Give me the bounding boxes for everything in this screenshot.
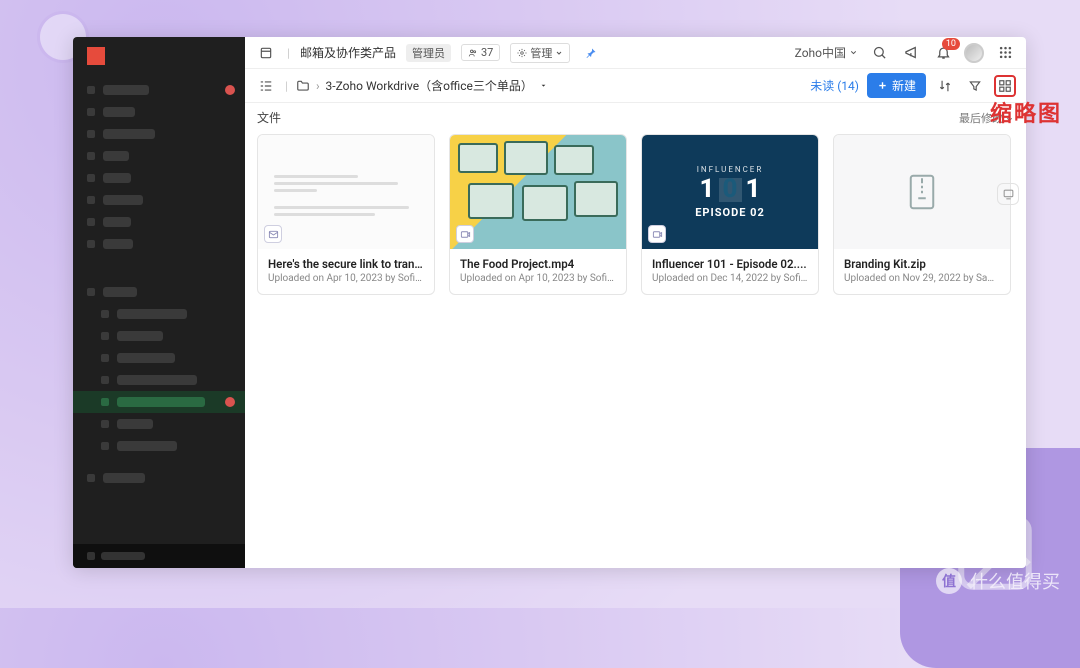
video-type-icon [456,225,474,243]
members-count[interactable]: 37 [461,44,500,61]
app-logo[interactable] [87,47,105,65]
notification-count: 10 [942,38,960,50]
plus-icon [877,80,888,91]
avatar[interactable] [964,43,984,63]
file-title: The Food Project.mp4 [460,257,616,271]
watermark-text: 什么值得买 [970,568,1060,594]
nav-item[interactable] [73,79,245,101]
home-icon[interactable] [255,42,277,64]
tree-toggle-icon[interactable] [255,75,277,97]
main-content: | 邮箱及协作类产品 管理员 37 管理 Zoho中国 [245,37,1026,568]
nav-item[interactable] [73,189,245,211]
annotation-label: 缩略图 [990,96,1062,128]
nav-item[interactable] [73,233,245,255]
new-button[interactable]: 新建 [867,73,926,98]
nav-item[interactable] [73,101,245,123]
nav-group [73,277,245,493]
file-title: Influencer 101 - Episode 02.... [652,257,808,271]
sidebar-footer[interactable] [73,544,245,568]
view-grid-toggle[interactable] [994,75,1016,97]
product-title: 邮箱及协作类产品 [300,44,396,61]
file-card[interactable]: The Food Project.mp4 Uploaded on Apr 10,… [449,134,627,295]
announce-icon[interactable] [900,42,922,64]
section-header: 文件 最后修改 [245,103,1026,128]
nav-item[interactable] [73,281,245,303]
file-title: Here's the secure link to tran... [268,257,424,271]
file-thumbnail: INFLUENCER 101 EPISODE 02 [642,135,818,249]
video-type-icon [648,225,666,243]
file-card[interactable]: Here's the secure link to tran... Upload… [257,134,435,295]
nav-group [73,75,245,259]
region-selector[interactable]: Zoho中国 [795,44,858,61]
pin-icon[interactable] [580,42,602,64]
unread-filter[interactable]: 未读 (14) [810,77,859,94]
file-subtitle: Uploaded on Apr 10, 2023 by Sofia Del... [268,273,424,284]
toolbar: | › 3-Zoho Workdrive（含office三个单品） 未读 (14… [245,69,1026,103]
file-meta: Branding Kit.zip Uploaded on Nov 29, 202… [834,249,1010,294]
breadcrumb[interactable]: › 3-Zoho Workdrive（含office三个单品） [296,77,548,94]
topbar: | 邮箱及协作类产品 管理员 37 管理 Zoho中国 [245,37,1026,69]
files-label: 文件 [257,109,281,126]
file-grid: Here's the secure link to tran... Upload… [245,128,1026,301]
search-icon[interactable] [868,42,890,64]
nav-subitem[interactable] [73,435,245,457]
zip-icon [907,173,937,211]
caret-down-icon [539,81,548,90]
file-thumbnail [834,135,1010,249]
role-badge: 管理员 [406,44,451,62]
file-title: Branding Kit.zip [844,257,1000,271]
rail-widget-icon[interactable] [997,183,1019,205]
nav-item[interactable] [73,467,245,489]
nav-subitem-active[interactable] [73,391,245,413]
chevron-right-icon: › [316,79,320,93]
file-subtitle: Uploaded on Nov 29, 2022 by Samuel ... [844,273,1000,284]
file-card[interactable]: Branding Kit.zip Uploaded on Nov 29, 202… [833,134,1011,295]
filter-icon[interactable] [964,75,986,97]
file-subtitle: Uploaded on Dec 14, 2022 by Sofia Del... [652,273,808,284]
watermark-badge: 值 [936,568,962,594]
file-card[interactable]: INFLUENCER 101 EPISODE 02 Influencer 101… [641,134,819,295]
file-meta: Influencer 101 - Episode 02.... Uploaded… [642,249,818,294]
manage-dropdown[interactable]: 管理 [510,43,570,63]
file-meta: Here's the secure link to tran... Upload… [258,249,434,294]
file-subtitle: Uploaded on Apr 10, 2023 by Sofia Del... [460,273,616,284]
file-thumbnail [450,135,626,249]
nav-subitem[interactable] [73,413,245,435]
right-rail [997,183,1023,205]
nav-item[interactable] [73,211,245,233]
mail-type-icon [264,225,282,243]
app-window: | 邮箱及协作类产品 管理员 37 管理 Zoho中国 [73,37,1026,568]
file-thumbnail [258,135,434,249]
sort-icon[interactable] [934,75,956,97]
file-meta: The Food Project.mp4 Uploaded on Apr 10,… [450,249,626,294]
nav-subitem[interactable] [73,303,245,325]
nav-item[interactable] [73,145,245,167]
watermark: 值 什么值得买 [936,568,1060,594]
nav-subitem[interactable] [73,325,245,347]
folder-icon [296,79,310,93]
breadcrumb-folder-name: 3-Zoho Workdrive（含office三个单品） [326,77,533,94]
nav-subitem[interactable] [73,369,245,391]
nav-item[interactable] [73,167,245,189]
sidebar [73,37,245,568]
nav-item[interactable] [73,123,245,145]
nav-subitem[interactable] [73,347,245,369]
apps-grid-icon[interactable] [994,42,1016,64]
notifications-icon[interactable]: 10 [932,42,954,64]
